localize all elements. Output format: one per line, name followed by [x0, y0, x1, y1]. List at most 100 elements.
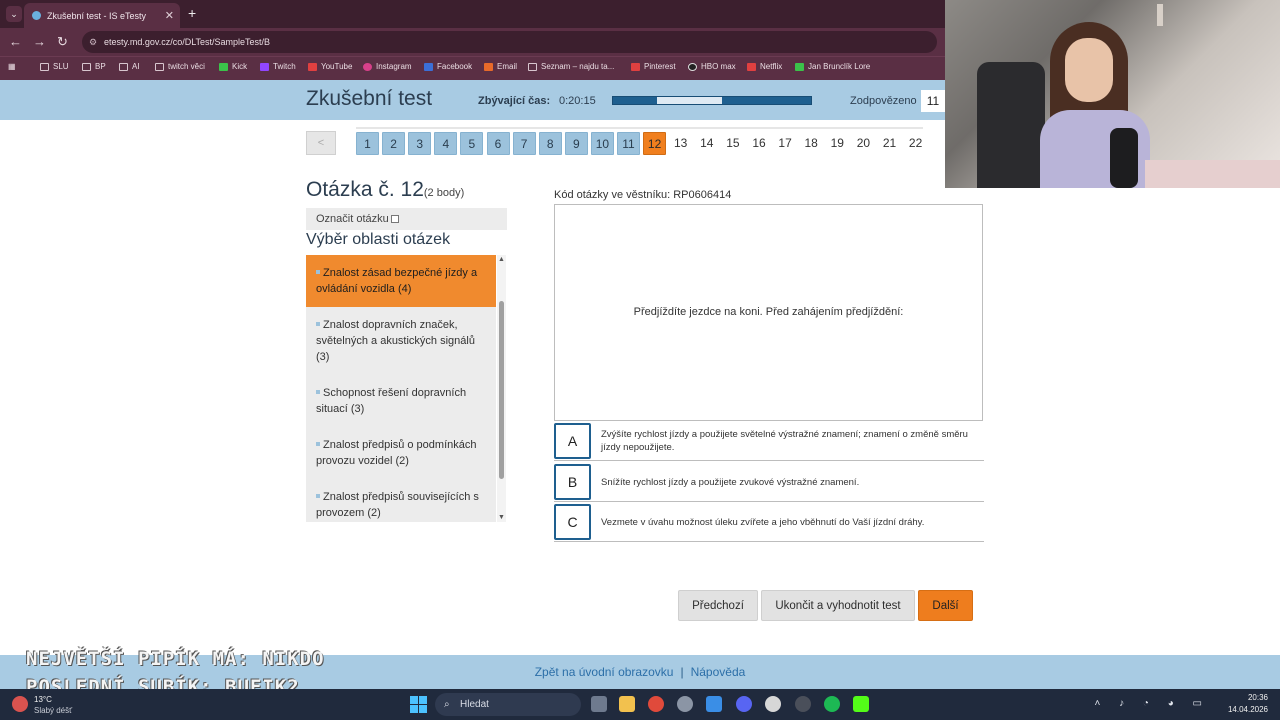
- file-explorer-icon[interactable]: [619, 696, 635, 712]
- bookmark-netflix[interactable]: Netflix: [747, 62, 782, 71]
- area-item-traffic-situations[interactable]: Schopnost řešení dopravních situací (3): [306, 375, 496, 427]
- question-number-8[interactable]: 8: [538, 132, 562, 155]
- area-item-safe-driving[interactable]: Znalost zásad bezpečné jízdy a ovládání …: [306, 255, 496, 307]
- bookmark-slu[interactable]: SLU: [40, 62, 69, 71]
- question-number-3[interactable]: 3: [408, 132, 432, 155]
- question-number-18[interactable]: 18: [799, 132, 823, 155]
- folder-icon: [155, 62, 164, 71]
- bookmark-icon: [795, 62, 804, 71]
- question-number-7[interactable]: 7: [512, 132, 536, 155]
- folder-icon: [82, 62, 91, 71]
- question-number-22[interactable]: 22: [904, 132, 928, 155]
- question-number-14[interactable]: 14: [695, 132, 719, 155]
- bookmark-instagram[interactable]: Instagram: [363, 62, 412, 71]
- answer-c-letter[interactable]: C: [554, 504, 591, 540]
- question-number-1[interactable]: 1: [356, 132, 379, 155]
- answer-a[interactable]: A Zvýšíte rychlost jízdy a použijete svě…: [554, 421, 984, 461]
- back-arrow-icon[interactable]: ←: [9, 34, 22, 49]
- bookmark-pinterest[interactable]: Pinterest: [631, 62, 676, 71]
- time-progress-bar: [612, 96, 812, 105]
- bookmark-twitch-veci[interactable]: twitch věci: [155, 62, 205, 71]
- settings-icon[interactable]: [677, 696, 693, 712]
- scroll-up-icon[interactable]: ▲: [498, 256, 505, 263]
- bookmark-seznam[interactable]: Seznam – najdu ta...: [528, 62, 614, 71]
- question-number-21[interactable]: 21: [878, 132, 901, 155]
- bookmark-twitch[interactable]: Twitch: [260, 62, 296, 71]
- chrome-icon[interactable]: [648, 696, 664, 712]
- bookmark-youtube[interactable]: YouTube: [308, 62, 352, 71]
- kick-app-icon[interactable]: [853, 696, 869, 712]
- answer-c[interactable]: C Vezmete v úvahu možnost úleku zvířete …: [554, 502, 984, 542]
- area-list-scrollbar[interactable]: ▲ ▼: [497, 255, 506, 522]
- answer-b-letter[interactable]: B: [554, 464, 591, 500]
- bookmark-bp[interactable]: BP: [82, 62, 106, 71]
- address-bar[interactable]: ⚙ etesty.md.gov.cz/co/DLTest/SampleTest/…: [82, 31, 937, 53]
- question-number-5[interactable]: 5: [460, 132, 484, 155]
- previous-button[interactable]: Předchozí: [678, 590, 758, 621]
- page-title: Zkušební test: [306, 87, 433, 110]
- question-number-13[interactable]: 13: [669, 132, 693, 155]
- finish-test-button[interactable]: Ukončit a vyhodnotit test: [761, 590, 915, 621]
- apps-grid-icon[interactable]: ▦: [8, 62, 16, 71]
- question-number-16[interactable]: 16: [747, 132, 771, 155]
- folder-icon: [119, 62, 128, 71]
- task-view-icon[interactable]: [591, 696, 607, 712]
- area-item-vehicle-conditions[interactable]: Znalost předpisů o podmínkách provozu vo…: [306, 427, 496, 479]
- question-strip-line: [356, 127, 923, 129]
- answer-a-letter[interactable]: A: [554, 423, 591, 459]
- bookmark-hbo-max[interactable]: HBO max: [688, 62, 736, 71]
- question-number-10[interactable]: 10: [590, 132, 614, 155]
- photos-icon[interactable]: [706, 696, 722, 712]
- question-number-2[interactable]: 2: [382, 132, 406, 155]
- help-link[interactable]: Nápověda: [691, 665, 746, 679]
- question-number-12[interactable]: 12: [643, 132, 667, 155]
- tab-title: Zkušební test - IS eTesty: [47, 10, 147, 21]
- question-number-4[interactable]: 4: [434, 132, 458, 155]
- taskbar-clock[interactable]: 20:36 14.04.2026: [1228, 692, 1268, 716]
- question-number-20[interactable]: 20: [851, 132, 875, 155]
- taskbar-search[interactable]: ⌕ Hledat: [435, 693, 581, 716]
- question-number-9[interactable]: 9: [564, 132, 588, 155]
- overlay-line-1: NEJVĚTŠÍ PIPÍK MÁ: NIKDO: [26, 648, 325, 670]
- area-item-related-regulations[interactable]: Znalost předpisů souvisejících s provoze…: [306, 479, 496, 522]
- tab-list-button[interactable]: ⌄: [6, 6, 22, 22]
- question-number-6[interactable]: 6: [486, 132, 510, 155]
- music-icon[interactable]: [765, 696, 781, 712]
- next-button[interactable]: Další: [918, 590, 973, 621]
- answer-b[interactable]: B Snížíte rychlost jízdy a použijete zvu…: [554, 462, 984, 502]
- question-number-19[interactable]: 19: [825, 132, 849, 155]
- question-number-17[interactable]: 17: [773, 132, 797, 155]
- scroll-down-icon[interactable]: ▼: [498, 514, 505, 521]
- bullet-icon: [316, 322, 320, 326]
- bookmark-ai[interactable]: AI: [119, 62, 140, 71]
- area-item-traffic-signs[interactable]: Znalost dopravních značek, světelných a …: [306, 307, 496, 375]
- new-tab-button[interactable]: +: [188, 5, 196, 21]
- forward-arrow-icon[interactable]: →: [33, 34, 46, 49]
- start-icon[interactable]: [410, 696, 427, 713]
- answered-label: Zodpovězeno: [850, 95, 917, 107]
- bookmarks-bar: ▦ SLU BP AI twitch věci Kick Twitch YouT…: [0, 56, 945, 80]
- question-prev-button[interactable]: <: [306, 131, 336, 155]
- system-tray[interactable]: ˄ ♪ ◔ ◕ ▭: [1095, 698, 1210, 709]
- question-number-11[interactable]: 11: [617, 132, 640, 155]
- question-points: (2 body): [423, 187, 465, 199]
- reload-icon[interactable]: ↻: [57, 34, 68, 50]
- mark-question-checkbox[interactable]: [390, 215, 399, 223]
- browser-tab-active[interactable]: Zkušební test - IS eTesty ✕: [24, 3, 180, 28]
- obs-icon[interactable]: [795, 696, 811, 712]
- weather-widget[interactable]: 13°C Slabý déšť: [12, 692, 92, 718]
- bookmark-facebook[interactable]: Facebook: [424, 62, 472, 71]
- bookmark-kick[interactable]: Kick: [219, 62, 247, 71]
- scrollbar-thumb[interactable]: [499, 301, 504, 479]
- mark-question-row[interactable]: Označit otázku: [306, 208, 507, 230]
- discord-icon[interactable]: [736, 696, 752, 712]
- bookmark-jan-brunclik-lore[interactable]: Jan Brunclík Lore: [795, 62, 870, 71]
- site-info-icon[interactable]: ⚙: [89, 31, 97, 53]
- bullet-icon: [316, 494, 320, 498]
- tab-close-icon[interactable]: ✕: [165, 9, 174, 22]
- spotify-icon[interactable]: [824, 696, 840, 712]
- search-icon: ⌕: [444, 699, 450, 710]
- bookmark-email[interactable]: Email: [484, 62, 517, 71]
- question-number-15[interactable]: 15: [721, 132, 745, 155]
- home-link[interactable]: Zpět na úvodní obrazovku: [535, 665, 674, 679]
